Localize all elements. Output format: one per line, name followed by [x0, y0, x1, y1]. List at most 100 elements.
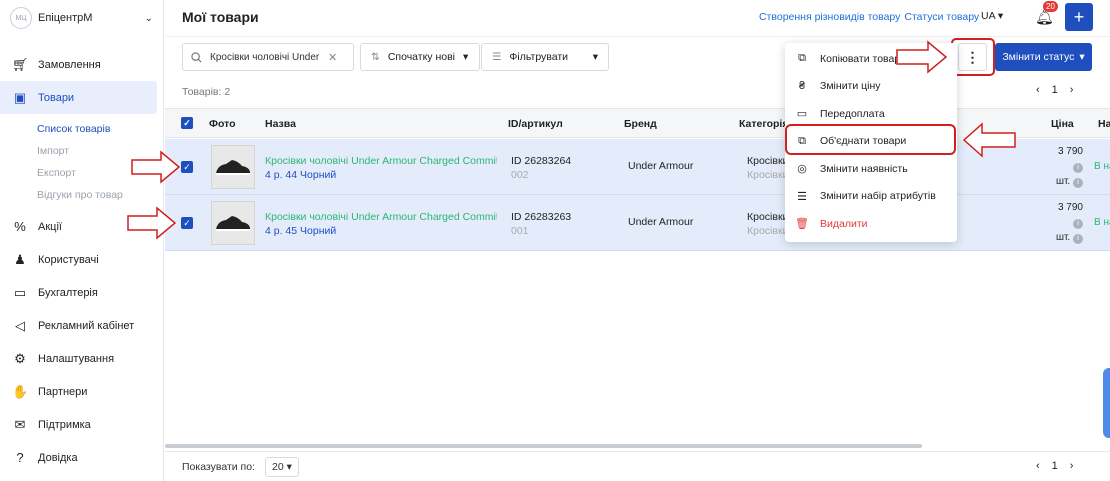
product-brand: Under Armour	[628, 216, 694, 228]
users-icon: ♟	[14, 251, 26, 267]
cart-icon: 🛒︎	[12, 56, 29, 72]
product-name-main[interactable]: Кросівки чоловічі Under Armour Charged C…	[265, 154, 497, 168]
menu-item-label: Змінити ціну	[820, 80, 881, 93]
change-status-button[interactable]: Змінити статус ▾	[995, 43, 1092, 71]
info-icon[interactable]: i	[1073, 178, 1083, 188]
product-name-variant[interactable]: 4 р. 45 Чорний	[265, 225, 336, 237]
info-icon[interactable]: i	[1073, 163, 1083, 173]
product-name[interactable]: Кросівки чоловічі Under Armour Charged C…	[265, 210, 497, 238]
sidebar-item-label: Користувачі	[38, 253, 99, 266]
horizontal-scrollbar[interactable]	[165, 444, 922, 448]
col-brand: Бренд	[624, 118, 657, 130]
menu-item-attributes[interactable]: ☰ Змінити набір атрибутів	[785, 183, 957, 211]
col-category: Категорія	[739, 118, 789, 130]
sidebar: МЦ ЕпіцентрМ ⌄ 🛒︎ Замовлення ▣ Товари Спис…	[0, 0, 164, 481]
info-icon[interactable]: i	[1073, 234, 1083, 244]
pagination-top: ‹ 1 ›	[1036, 84, 1073, 96]
help-icon: ?	[16, 450, 24, 465]
info-icon[interactable]: i	[1073, 219, 1083, 229]
current-page: 1	[1051, 460, 1058, 472]
sidebar-item-label: Довідка	[38, 451, 78, 464]
chevron-down-icon: ▾	[592, 51, 598, 63]
menu-item-delete[interactable]: 🗑︎ Видалити	[785, 210, 957, 238]
per-page-select[interactable]: 20 ▾	[264, 456, 299, 477]
close-icon[interactable]: ✕	[328, 51, 337, 64]
header-links: Створення різновидів товару Статуси това…	[759, 11, 979, 23]
product-price: 3 790 i шт. i	[1045, 144, 1083, 189]
sidebar-item-settings[interactable]: ⚙ Налаштування	[0, 342, 157, 375]
category-value: Кросівки	[747, 211, 789, 223]
statuses-link[interactable]: Статуси товару	[904, 11, 979, 23]
sidebar-item-help[interactable]: ? Довідка	[0, 441, 157, 474]
chevron-left-icon[interactable]: ‹	[1036, 460, 1040, 472]
search-input[interactable]: Кросівки чоловічі Under Armour ✕	[182, 43, 354, 71]
product-photo	[211, 201, 255, 245]
side-widget-tab[interactable]	[1103, 368, 1110, 438]
search-value: Кросівки чоловічі Under Armour	[210, 51, 320, 63]
sidebar-item-label: Замовлення	[38, 58, 101, 71]
menu-item-label: Змінити набір атрибутів	[820, 190, 936, 203]
sidebar-item-users[interactable]: ♟ Користувачі	[0, 243, 157, 276]
product-id-value: ID 26283263	[511, 211, 572, 223]
sidebar-item-ads[interactable]: ◁ Рекламний кабінет	[0, 309, 157, 342]
product-brand: Under Armour	[628, 160, 694, 172]
copy-icon: ⧉	[798, 52, 806, 65]
gear-icon: ⚙	[14, 350, 26, 366]
select-all-checkbox[interactable]: ✓	[181, 117, 193, 129]
col-photo: Фото	[209, 118, 236, 130]
store-switcher[interactable]: МЦ ЕпіцентрМ ⌄	[0, 0, 163, 36]
product-id: ID 26283263 001	[511, 210, 571, 238]
product-photo	[211, 145, 255, 189]
row-checkbox[interactable]: ✓	[181, 217, 193, 229]
sidebar-item-partners[interactable]: ✋ Партнери	[0, 375, 157, 408]
language-select[interactable]: UA ▾	[981, 10, 1003, 22]
chevron-down-icon: ▾	[1079, 51, 1085, 63]
sidebar-item-label: Бухгалтерія	[38, 286, 98, 299]
items-count: Товарів: 2	[182, 86, 231, 98]
menu-item-label: Змінити наявність	[820, 162, 908, 175]
trash-icon: 🗑︎	[795, 218, 809, 231]
add-product-button[interactable]: +	[1065, 3, 1093, 31]
table-row[interactable]: ✓ Кросівки чоловічі Under Armour Charged…	[165, 195, 1110, 251]
chevron-down-icon: ▾	[463, 51, 469, 63]
sidebar-item-products[interactable]: ▣ Товари	[0, 81, 157, 114]
menu-item-change-price[interactable]: ₴ Змінити ціну	[785, 73, 957, 101]
price-unit: шт.	[1055, 232, 1071, 243]
chevron-left-icon[interactable]: ‹	[1036, 84, 1040, 96]
product-article: 002	[511, 169, 529, 181]
annotation-arrow-icon	[962, 122, 1016, 158]
col-name[interactable]: Назва	[265, 118, 296, 130]
filter-button[interactable]: ☰ Фільтрувати ▾	[481, 43, 609, 71]
hryvnia-icon: ₴	[798, 80, 806, 93]
product-name-main[interactable]: Кросівки чоловічі Under Armour Charged C…	[265, 210, 497, 224]
sidebar-item-orders[interactable]: 🛒︎ Замовлення	[0, 48, 157, 81]
sort-label: Спочатку нові	[387, 51, 456, 63]
menu-item-availability[interactable]: ◎ Змінити наявність	[785, 155, 957, 183]
price-value: 3 790	[1057, 146, 1083, 157]
subnav-product-list[interactable]: Список товарів	[37, 118, 163, 140]
variants-link[interactable]: Створення різновидів товару	[759, 11, 900, 23]
sliders-icon: ☰	[492, 51, 502, 63]
col-id: ID/артикул	[508, 118, 563, 130]
product-name[interactable]: Кросівки чоловічі Under Armour Charged C…	[265, 154, 497, 182]
store-name: ЕпіцентрМ	[38, 12, 93, 24]
chevron-right-icon[interactable]: ›	[1070, 84, 1074, 96]
subnav-reviews[interactable]: Відгуки про товар	[37, 184, 163, 206]
row-checkbox[interactable]: ✓	[181, 161, 193, 173]
col-price[interactable]: Ціна	[1051, 118, 1074, 130]
availability-status: В на	[1094, 217, 1110, 228]
product-id: ID 26283264 002	[511, 154, 571, 182]
sidebar-item-support[interactable]: ✉ Підтримка	[0, 408, 157, 441]
col-availability: На	[1098, 118, 1110, 130]
product-name-variant[interactable]: 4 р. 44 Чорний	[265, 169, 336, 181]
more-actions-button[interactable]: ⋮	[958, 43, 987, 71]
wallet-icon: ▭	[13, 284, 27, 300]
sort-select[interactable]: ⇅ Спочатку нові ▾	[360, 43, 480, 71]
sidebar-item-accounting[interactable]: ▭ Бухгалтерія	[0, 276, 157, 309]
box-icon: ▣	[13, 89, 27, 105]
sidebar-item-label: Рекламний кабінет	[38, 319, 135, 332]
sidebar-item-label: Налаштування	[38, 352, 115, 365]
product-article: 001	[511, 225, 529, 237]
chevron-right-icon[interactable]: ›	[1070, 460, 1074, 472]
annotation-arrow-icon	[127, 206, 177, 240]
